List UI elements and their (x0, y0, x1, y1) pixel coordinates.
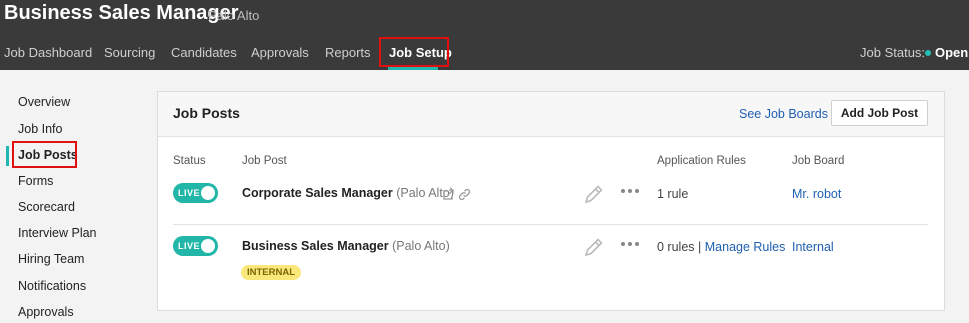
column-header-application-rules: Application Rules (657, 155, 746, 167)
sidebar-item-scorecard[interactable]: Scorecard (18, 200, 75, 214)
manage-rules-link[interactable]: Manage Rules (705, 240, 786, 254)
job-board-link[interactable]: Mr. robot (792, 187, 841, 201)
external-link-icon[interactable] (442, 189, 454, 201)
sidebar-item-job-info[interactable]: Job Info (18, 122, 62, 136)
top-header: Business Sales Manager Palo Alto Job Das… (0, 0, 969, 70)
add-job-post-button[interactable]: Add Job Post (831, 100, 928, 126)
live-toggle[interactable]: LIVE (173, 183, 218, 203)
tab-reports[interactable]: Reports (325, 45, 371, 60)
job-status-value: Open (935, 45, 969, 60)
job-post-name[interactable]: Business Sales Manager (Palo Alto) (242, 239, 450, 253)
sidebar-item-hiring-team[interactable]: Hiring Team (18, 252, 84, 266)
application-rules-link[interactable]: 1 rule (657, 187, 688, 201)
column-header-job-post: Job Post (242, 155, 287, 167)
sidebar-active-indicator (6, 146, 9, 166)
job-setup-highlight-box (379, 37, 449, 67)
card-header: Job Posts See Job Boards Add Job Post (158, 92, 944, 137)
page-subtitle: Palo Alto (208, 8, 260, 23)
sidebar-item-forms[interactable]: Forms (18, 174, 53, 188)
row-divider (173, 224, 928, 225)
active-tab-indicator (388, 67, 438, 70)
sidebar-item-overview[interactable]: Overview (18, 95, 70, 109)
rules-count: 0 rules (657, 240, 695, 254)
job-post-title: Corporate Sales Manager (242, 186, 393, 200)
job-board-link[interactable]: Internal (792, 240, 834, 254)
job-status-label: Job Status: (860, 45, 926, 60)
toggle-knob (201, 239, 215, 253)
tab-candidates[interactable]: Candidates (171, 45, 237, 60)
edit-pencil-icon[interactable] (582, 235, 604, 259)
tab-approvals[interactable]: Approvals (251, 45, 309, 60)
job-posts-highlight-box (12, 141, 77, 168)
more-options-icon[interactable] (620, 241, 640, 247)
application-rules-text: 0 rules | Manage Rules (657, 240, 785, 254)
sidebar-item-notifications[interactable]: Notifications (18, 279, 86, 293)
job-post-name[interactable]: Corporate Sales Manager (Palo Alto) (242, 186, 454, 200)
link-icon[interactable] (458, 188, 471, 201)
job-post-title: Business Sales Manager (242, 239, 389, 253)
see-job-boards-link[interactable]: See Job Boards (739, 107, 828, 121)
column-header-status: Status (173, 155, 206, 167)
tab-sourcing[interactable]: Sourcing (104, 45, 155, 60)
sidebar-item-approvals[interactable]: Approvals (18, 305, 74, 319)
live-toggle[interactable]: LIVE (173, 236, 218, 256)
toggle-label: LIVE (178, 188, 201, 198)
status-dot-icon (925, 50, 931, 56)
column-header-job-board: Job Board (792, 155, 845, 167)
card-title: Job Posts (173, 105, 240, 121)
rules-separator: | (698, 240, 702, 254)
page-title: Business Sales Manager (4, 2, 239, 24)
edit-pencil-icon[interactable] (582, 182, 604, 206)
tab-job-dashboard[interactable]: Job Dashboard (4, 45, 92, 60)
toggle-label: LIVE (178, 241, 201, 251)
toggle-knob (201, 186, 215, 200)
sidebar-item-interview-plan[interactable]: Interview Plan (18, 226, 97, 240)
internal-badge: INTERNAL (241, 265, 302, 280)
more-options-icon[interactable] (620, 188, 640, 194)
job-post-location: (Palo Alto) (392, 239, 450, 253)
job-posts-card: Job Posts See Job Boards Add Job Post St… (157, 91, 945, 311)
